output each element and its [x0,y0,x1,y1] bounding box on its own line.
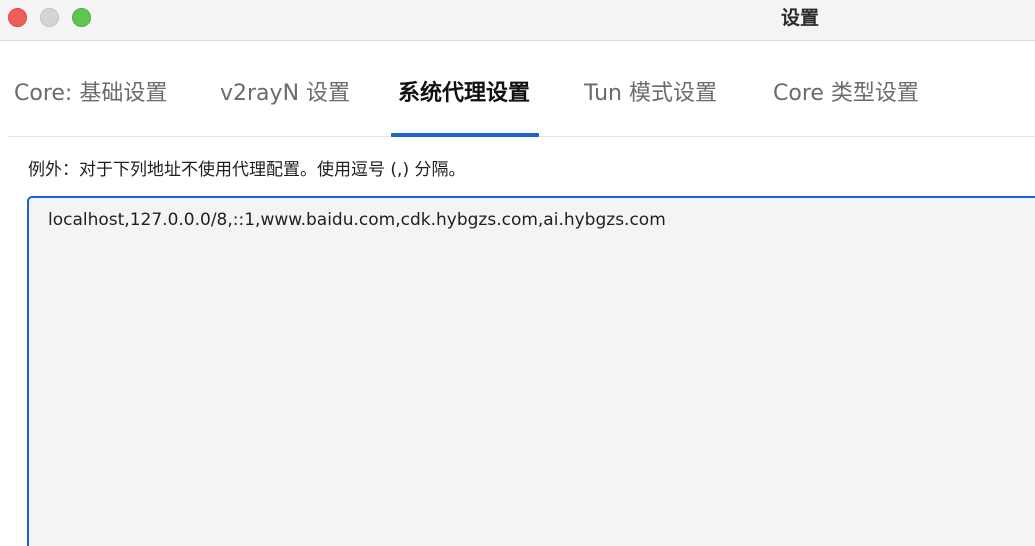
close-window-button[interactable] [8,8,27,27]
proxy-exceptions-input[interactable]: localhost,127.0.0.0/8,::1,www.baidu.com,… [29,198,1035,546]
proxy-exceptions-box: localhost,127.0.0.0/8,::1,www.baidu.com,… [27,196,1035,546]
tab-core-type-settings[interactable]: Core 类型设置 [773,79,919,111]
window-title: 设置 [780,7,819,29]
zoom-window-button[interactable] [72,8,91,27]
active-tab-indicator [391,133,539,137]
tab-tun-mode-settings[interactable]: Tun 模式设置 [584,79,717,111]
minimize-window-button[interactable] [40,8,59,27]
settings-tabs: Core: 基础设置 v2rayN 设置 系统代理设置 Tun 模式设置 Cor… [8,41,1035,137]
tab-system-proxy-settings[interactable]: 系统代理设置 [398,79,530,111]
proxy-exceptions-label: 例外：对于下列地址不使用代理配置。使用逗号 (,) 分隔。 [28,160,466,180]
tab-v2rayn-settings[interactable]: v2rayN 设置 [220,79,350,111]
settings-window: 设置 Core: 基础设置 v2rayN 设置 系统代理设置 Tun 模式设置 … [0,0,1035,546]
tab-core-basic-settings[interactable]: Core: 基础设置 [14,79,167,111]
title-bar: 设置 [0,0,1035,41]
